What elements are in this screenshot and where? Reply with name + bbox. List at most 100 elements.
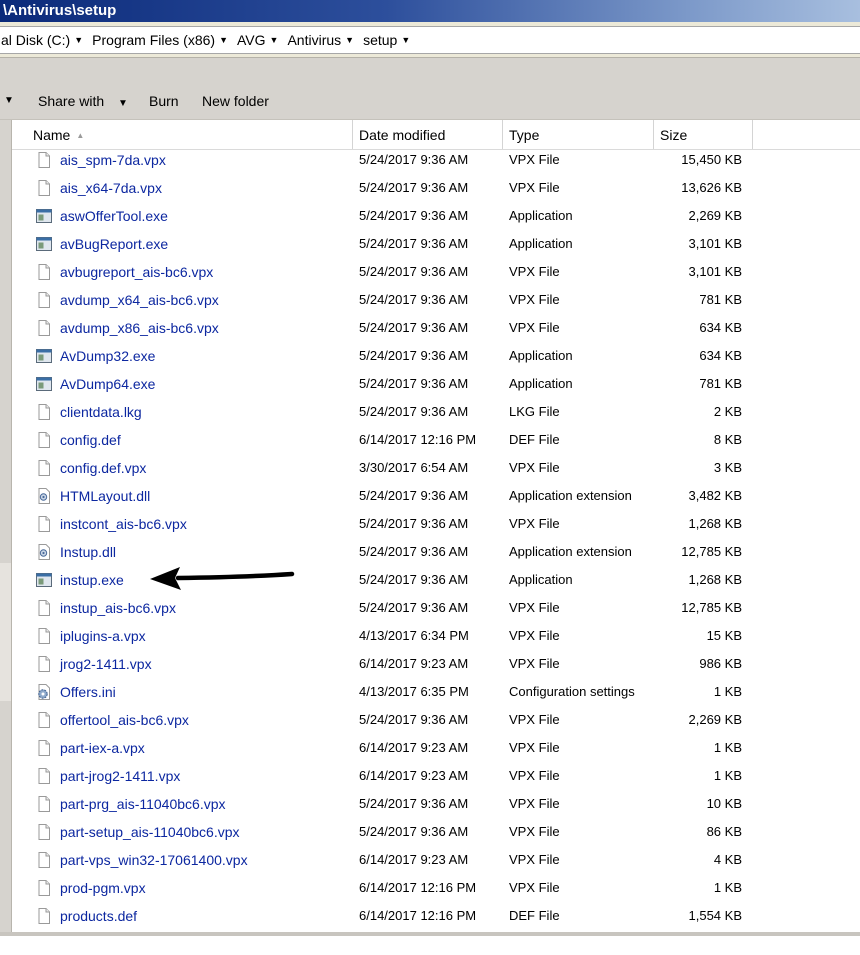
file-name[interactable]: products.def <box>60 902 137 930</box>
file-name[interactable]: clientdata.lkg <box>60 398 142 426</box>
file-name[interactable]: avdump_x86_ais-bc6.vpx <box>60 314 219 342</box>
file-row[interactable]: instup_ais-bc6.vpx 5/24/2017 9:36 AM VPX F… <box>12 594 860 622</box>
file-date-modified: 5/24/2017 9:36 AM <box>359 516 469 531</box>
file-row[interactable]: products.def 6/14/2017 12:16 PM DEF File 1,… <box>12 902 860 930</box>
file-row[interactable]: avbugreport_ais-bc6.vpx 5/24/2017 9:36 AM… <box>12 258 860 286</box>
column-header-date-modified[interactable]: Date modified <box>353 120 503 149</box>
file-name[interactable]: config.def.vpx <box>60 454 146 482</box>
file-name[interactable]: part-iex-a.vpx <box>60 734 145 762</box>
file-row[interactable]: Instup.dll 5/24/2017 9:36 AM Application e… <box>12 538 860 566</box>
file-type: Application <box>509 208 573 223</box>
file-size: 2 KB <box>713 404 742 419</box>
file-row[interactable]: ais_spm-7da.vpx 5/24/2017 9:36 AM VPX File… <box>12 146 860 174</box>
file-row[interactable]: HTMLayout.dll 5/24/2017 9:36 AM Applicatio… <box>12 482 860 510</box>
file-row[interactable]: AvDump32.exe 5/24/2017 9:36 AM Application… <box>12 342 860 370</box>
file-name[interactable]: part-jrog2-1411.vpx <box>60 762 180 790</box>
file-row[interactable]: avdump_x86_ais-bc6.vpx 5/24/2017 9:36 AM V… <box>12 314 860 342</box>
file-name[interactable]: avbugreport_ais-bc6.vpx <box>60 258 213 286</box>
file-name[interactable]: avBugReport.exe <box>60 230 168 258</box>
file-name[interactable]: config.def <box>60 426 121 454</box>
file-name[interactable]: part-vps_win32-17061400.vpx <box>60 846 248 874</box>
file-row[interactable]: offertool_ais-bc6.vpx 5/24/2017 9:36 AM VP… <box>12 706 860 734</box>
column-header-name[interactable]: Name ▲ <box>27 120 353 149</box>
new-folder-button[interactable]: New folder <box>202 93 269 109</box>
chevron-down-icon[interactable]: ▼ <box>345 35 361 45</box>
file-row[interactable]: clientdata.lkg 5/24/2017 9:36 AM LKG File 2… <box>12 398 860 426</box>
breadcrumb-setup[interactable]: setup ▼ <box>361 32 417 48</box>
file-type: VPX File <box>509 852 560 867</box>
chevron-down-icon[interactable]: ▼ <box>74 35 90 45</box>
file-row[interactable]: prod-pgm.vpx 6/14/2017 12:16 PM VPX File 1 … <box>12 874 860 902</box>
breadcrumb-local-disk[interactable]: al Disk (C:) ▼ <box>0 32 90 48</box>
file-type: VPX File <box>509 516 560 531</box>
chevron-down-icon[interactable]: ▼ <box>401 35 417 45</box>
file-type: VPX File <box>509 180 560 195</box>
file-name[interactable]: HTMLayout.dll <box>60 482 150 510</box>
dll-icon <box>35 487 53 505</box>
column-header-type[interactable]: Type <box>503 120 654 149</box>
file-row[interactable]: config.def.vpx 3/30/2017 6:54 AM VPX File 3… <box>12 454 860 482</box>
file-name[interactable]: Instup.dll <box>60 538 116 566</box>
window-bottom-border <box>0 932 860 936</box>
file-row[interactable]: AvDump64.exe 5/24/2017 9:36 AM Application… <box>12 370 860 398</box>
file-row[interactable]: instup.exe 5/24/2017 9:36 AM Application 1,… <box>12 566 860 594</box>
file-type: VPX File <box>509 656 560 671</box>
file-row[interactable]: Offers.ini 4/13/2017 6:35 PM Configuration… <box>12 678 860 706</box>
file-name[interactable]: Offers.ini <box>60 678 116 706</box>
navigation-pane[interactable] <box>0 120 12 932</box>
file-type: VPX File <box>509 264 560 279</box>
file-name[interactable]: part-prg_ais-11040bc6.vpx <box>60 790 226 818</box>
file-date-modified: 5/24/2017 9:36 AM <box>359 600 469 615</box>
chevron-down-icon[interactable]: ▼ <box>270 35 286 45</box>
column-header-size[interactable]: Size <box>654 120 753 149</box>
file-row[interactable]: avdump_x64_ais-bc6.vpx 5/24/2017 9:36 AM V… <box>12 286 860 314</box>
file-type: VPX File <box>509 320 560 335</box>
file-name[interactable]: AvDump32.exe <box>60 342 155 370</box>
file-row[interactable]: part-prg_ais-11040bc6.vpx 5/24/2017 9:36 … <box>12 790 860 818</box>
file-name[interactable]: iplugins-a.vpx <box>60 622 146 650</box>
file-name[interactable]: ais_spm-7da.vpx <box>60 146 166 174</box>
file-icon <box>35 879 53 897</box>
file-name[interactable]: instup.exe <box>60 566 124 594</box>
file-date-modified: 5/24/2017 9:36 AM <box>359 208 469 223</box>
file-row[interactable]: part-jrog2-1411.vpx 6/14/2017 9:23 AM VPX … <box>12 762 860 790</box>
file-type: Configuration settings <box>509 684 635 699</box>
file-row[interactable]: config.def 6/14/2017 12:16 PM DEF File 8 KB <box>12 426 860 454</box>
file-row[interactable]: part-setup_ais-11040bc6.vpx 5/24/2017 9:3… <box>12 818 860 846</box>
file-size: 12,785 KB <box>681 544 742 559</box>
file-name[interactable]: part-setup_ais-11040bc6.vpx <box>60 818 240 846</box>
file-name[interactable]: aswOfferTool.exe <box>60 202 168 230</box>
file-row[interactable]: ais_x64-7da.vpx 5/24/2017 9:36 AM VPX File… <box>12 174 860 202</box>
file-name[interactable]: instup_ais-bc6.vpx <box>60 594 176 622</box>
file-name[interactable]: ais_x64-7da.vpx <box>60 174 162 202</box>
file-row[interactable]: instcont_ais-bc6.vpx 5/24/2017 9:36 AM VPX… <box>12 510 860 538</box>
address-breadcrumb-field[interactable]: al Disk (C:) ▼ Program Files (x86) ▼ AVG… <box>0 26 860 54</box>
file-size: 1,554 KB <box>688 908 743 923</box>
file-icon <box>35 431 53 449</box>
file-row[interactable]: avBugReport.exe 5/24/2017 9:36 AM Applicat… <box>12 230 860 258</box>
breadcrumb-avg[interactable]: AVG ▼ <box>235 32 285 48</box>
file-name[interactable]: instcont_ais-bc6.vpx <box>60 510 187 538</box>
file-name[interactable]: avdump_x64_ais-bc6.vpx <box>60 286 219 314</box>
chevron-down-icon[interactable]: ▼ <box>219 35 235 45</box>
file-name[interactable]: offertool_ais-bc6.vpx <box>60 706 189 734</box>
chevron-down-icon[interactable]: ▼ <box>4 93 14 109</box>
window-title-bar[interactable]: \Antivirus\setup <box>0 0 860 22</box>
dll-icon <box>35 543 53 561</box>
file-icon <box>35 767 53 785</box>
share-with-button[interactable]: Share with ▼ <box>38 93 128 112</box>
file-row[interactable]: part-vps_win32-17061400.vpx 6/14/2017 9:2… <box>12 846 860 874</box>
file-name[interactable]: AvDump64.exe <box>60 370 155 398</box>
file-row[interactable]: part-iex-a.vpx 6/14/2017 9:23 AM VPX File 1… <box>12 734 860 762</box>
burn-button[interactable]: Burn <box>149 93 179 109</box>
file-row[interactable]: aswOfferTool.exe 5/24/2017 9:36 AM Applica… <box>12 202 860 230</box>
file-size: 8 KB <box>713 432 742 447</box>
breadcrumb-antivirus[interactable]: Antivirus ▼ <box>285 32 361 48</box>
file-row[interactable]: iplugins-a.vpx 4/13/2017 6:34 PM VPX File 1… <box>12 622 860 650</box>
file-row[interactable]: jrog2-1411.vpx 6/14/2017 9:23 AM VPX File 9… <box>12 650 860 678</box>
file-date-modified: 6/14/2017 9:23 AM <box>359 740 469 755</box>
file-name[interactable]: jrog2-1411.vpx <box>60 650 152 678</box>
file-name[interactable]: prod-pgm.vpx <box>60 874 146 902</box>
breadcrumb-program-files[interactable]: Program Files (x86) ▼ <box>90 32 235 48</box>
file-date-modified: 5/24/2017 9:36 AM <box>359 348 469 363</box>
